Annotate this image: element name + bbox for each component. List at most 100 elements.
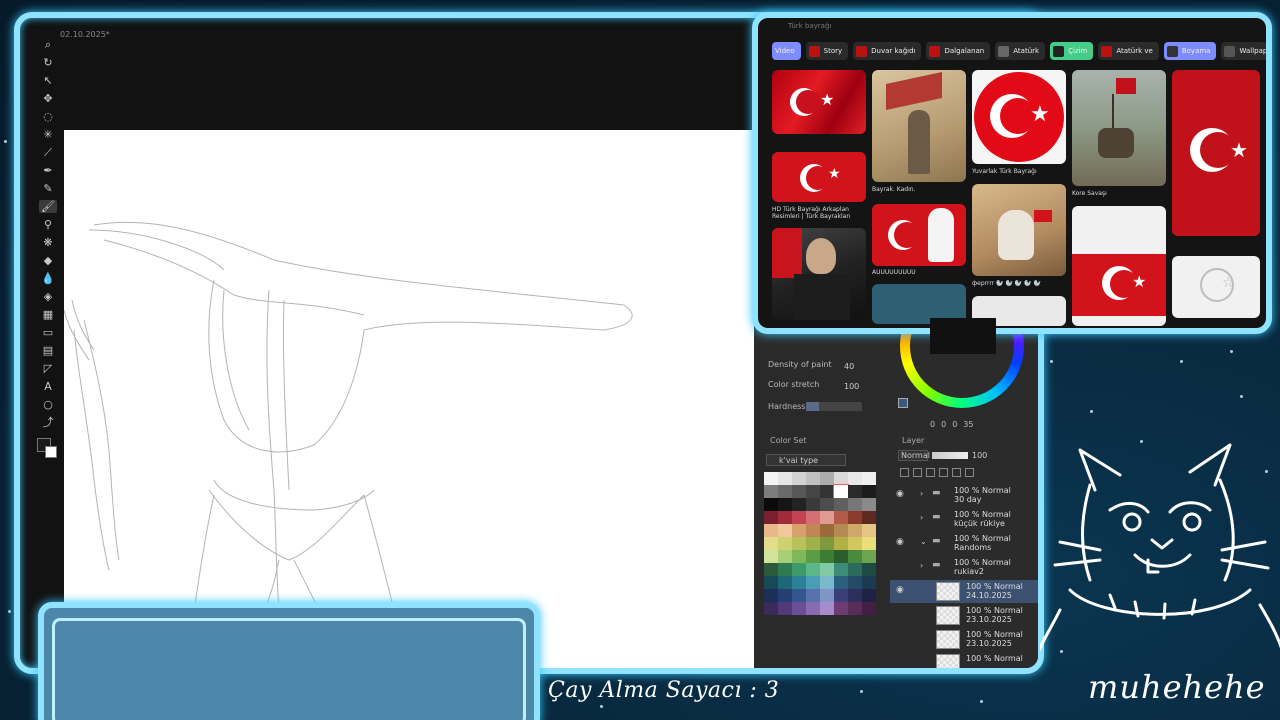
layer-row[interactable]: 100 % Normal 23.10.2025 [890,628,1038,651]
pin-card[interactable] [972,184,1066,276]
color-swatch[interactable] [778,537,792,550]
color-swatch[interactable] [806,511,820,524]
opacity-value[interactable]: 100 [972,451,987,460]
color-swatch[interactable] [792,537,806,550]
pin-card[interactable] [1072,70,1166,186]
blend-tool-icon[interactable]: 💧 [39,272,57,285]
color-swatch[interactable] [764,602,778,615]
layer-folder-row[interactable]: › ▬ 100 % Normal rukiav2 [890,556,1038,579]
color-swatch[interactable] [792,524,806,537]
auto-select-tool-icon[interactable]: ✳ [39,128,57,141]
fill-tool-icon[interactable]: ◈ [39,290,57,303]
color-swatch[interactable] [820,576,834,589]
color-swatch[interactable] [820,511,834,524]
pin-card[interactable] [872,70,966,182]
move-tool-icon[interactable]: ✥ [39,92,57,105]
color-swatch[interactable] [834,472,848,485]
text-tool-icon[interactable]: A [39,380,57,393]
expand-chevron-icon[interactable]: ⌄ [920,537,927,546]
color-swatch[interactable] [764,550,778,563]
eyedropper-tool-icon[interactable]: ⟋ [39,146,57,159]
decoration-tool-icon[interactable]: ❋ [39,236,57,249]
color-swatch[interactable] [778,563,792,576]
layer-row[interactable]: 100 % Normal 23.10.2025 [890,604,1038,627]
sub-color-chip[interactable] [45,446,57,458]
rotate-tool-icon[interactable]: ↻ [39,56,57,69]
delete-layer-icon[interactable] [965,468,974,477]
color-swatch[interactable] [834,498,848,511]
color-swatch[interactable] [806,602,820,615]
drawing-canvas[interactable] [64,130,754,668]
layer-folder-row[interactable]: ◉ › ▬ 100 % Normal 30 day [890,484,1038,507]
color-swatch[interactable] [778,589,792,602]
color-value[interactable]: 0 [952,420,957,429]
merge-layer-icon[interactable] [952,468,961,477]
pin-card[interactable] [772,228,866,320]
color-swatch[interactable] [764,576,778,589]
airbrush-tool-icon[interactable]: ⚲ [39,218,57,231]
filter-chip[interactable]: Boyama [1163,42,1217,60]
filter-chip[interactable]: Atatürk [995,42,1046,60]
color-swatch[interactable] [848,511,862,524]
color-swatch[interactable] [778,550,792,563]
layer-folder-row[interactable]: › ▬ 100 % Normal küçük rükiye [890,508,1038,531]
new-layer-icon[interactable] [900,468,909,477]
eraser-tool-icon[interactable]: ◆ [39,254,57,267]
color-swatch[interactable] [764,524,778,537]
pin-card[interactable]: ★ [1172,70,1260,236]
color-value[interactable]: 0 [930,420,935,429]
color-swatch[interactable] [820,485,834,498]
color-swatch[interactable] [833,484,849,499]
color-swatch[interactable] [820,589,834,602]
figure-tool-icon[interactable]: ▭ [39,326,57,339]
color-swatch[interactable] [862,511,876,524]
color-swatch[interactable] [848,537,862,550]
visibility-eye-icon[interactable]: ◉ [896,489,904,499]
color-swatch[interactable] [764,511,778,524]
color-swatch[interactable] [848,485,862,498]
color-swatch[interactable] [806,589,820,602]
layer-row[interactable]: 100 % Normal [890,652,1038,668]
color-set-dropdown[interactable]: k'vai type [766,454,846,466]
color-swatch[interactable] [848,602,862,615]
color-value[interactable]: 35 [963,420,973,429]
layer-folder-row[interactable]: ◉ ⌄ ▬ 100 % Normal Randoms [890,532,1038,555]
color-swatch[interactable] [820,602,834,615]
pin-card[interactable] [872,204,966,266]
color-swatch[interactable] [764,563,778,576]
color-swatch[interactable] [792,511,806,524]
color-swatch[interactable] [764,589,778,602]
filter-chip[interactable]: Story [805,42,849,60]
color-swatch[interactable] [764,485,778,498]
color-swatch[interactable] [834,550,848,563]
color-swatch[interactable] [862,498,876,511]
color-swatch[interactable] [820,537,834,550]
color-swatch[interactable] [806,472,820,485]
color-swatch[interactable] [820,524,834,537]
pin-card[interactable]: ★ [1072,206,1166,326]
expand-chevron-icon[interactable]: › [920,513,923,522]
color-swatch[interactable] [820,563,834,576]
color-swatch[interactable] [806,485,820,498]
filter-chip[interactable]: Video [772,42,801,60]
filter-chip[interactable]: Duvar kağıdı [853,42,922,60]
color-wheel-square[interactable] [930,318,996,354]
filter-chip[interactable]: Dalgalanan [926,42,991,60]
color-swatch[interactable] [792,576,806,589]
browser-tab-title[interactable]: Türk bayrağı [788,22,831,30]
new-folder-icon[interactable] [913,468,922,477]
gradient-tool-icon[interactable]: ▦ [39,308,57,321]
ruler-tool-icon[interactable]: ◸ [39,362,57,375]
color-swatch[interactable] [806,563,820,576]
density-value[interactable]: 40 [844,362,854,371]
color-swatch[interactable] [862,472,876,485]
color-swatch[interactable] [820,550,834,563]
lock-layer-icon[interactable] [939,468,948,477]
color-swatch[interactable] [764,472,778,485]
current-color-swatch[interactable] [898,398,908,408]
main-sub-color-selector[interactable] [37,438,59,460]
color-swatch[interactable] [834,589,848,602]
color-swatch[interactable] [848,472,862,485]
pen-tool-icon[interactable]: ✒ [39,164,57,177]
color-swatch[interactable] [848,524,862,537]
